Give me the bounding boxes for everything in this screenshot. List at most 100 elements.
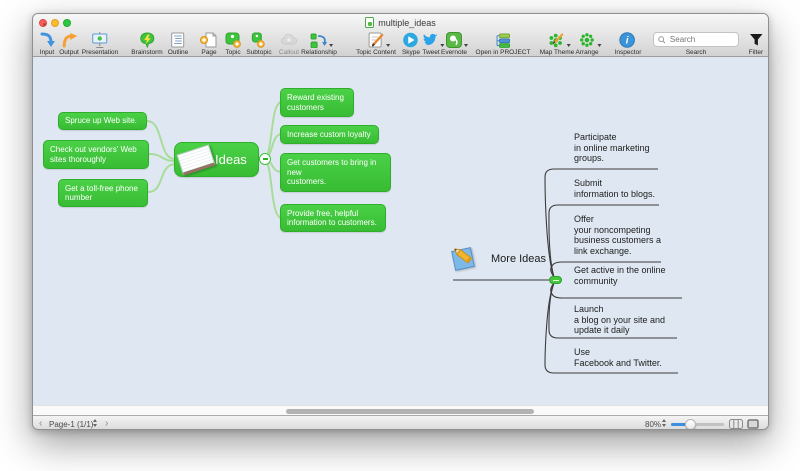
toolbar-button-topic[interactable]: Topic (224, 31, 242, 56)
svg-text:i: i (626, 35, 629, 46)
toolbar-button-open-in-project[interactable]: Open in PROJECT (475, 31, 531, 56)
topic-node[interactable]: Increase custom loyalty (280, 125, 379, 144)
topic-text: Increase custom loyalty (287, 129, 371, 139)
toolbar-button-outline[interactable]: Outline (168, 31, 188, 56)
pencil-paper-icon (449, 242, 483, 276)
more-ideas-topic[interactable]: More Ideas (491, 253, 546, 265)
dropdown-caret (566, 44, 571, 47)
search-icon (658, 35, 665, 44)
toolbar-button-presentation[interactable]: Presentation (81, 31, 119, 56)
toolbar-label: Inspector (614, 49, 642, 56)
search-label: Search (685, 49, 707, 56)
topic-node[interactable]: Get customers to bring in new customers. (280, 153, 391, 192)
zoom-level: 80% (645, 419, 662, 429)
presentation-screen-icon (91, 31, 109, 48)
toolbar-button-callout: Callout (279, 31, 299, 56)
toolbar-label: Map Theme (539, 49, 575, 56)
main-topic-label: Ideas (215, 151, 247, 167)
line-topic-node[interactable]: Offer your noncompeting business custome… (574, 214, 661, 257)
toolbar-button-inspector[interactable]: i Inspector (614, 31, 642, 56)
window-header: multiple_ideas Input Output Presentation… (33, 14, 768, 57)
toolbar-label: Input (39, 49, 55, 56)
toolbar-label: Page (201, 49, 217, 56)
toolbar-label: Tweet (422, 49, 440, 56)
toolbar-button-filter[interactable]: Filter (748, 31, 764, 56)
topic-text: Get customers to bring in new customers. (287, 158, 377, 187)
toolbar-button-skype[interactable]: Skype (402, 31, 420, 56)
add-subtopic-icon (250, 31, 268, 48)
topic-node[interactable]: Provide free, helpful information to cus… (280, 204, 386, 232)
toolbar-button-arrange[interactable]: Arrange (575, 31, 601, 56)
line-topic-node[interactable]: Use Facebook and Twitter. (574, 347, 662, 368)
full-screen-icon[interactable] (747, 419, 759, 429)
next-page-button[interactable]: › (105, 418, 108, 429)
brainstorm-lightning-icon (138, 31, 156, 48)
search-field[interactable] (653, 32, 739, 47)
map-theme-flower-icon (548, 31, 571, 48)
toolbar-button-tweet[interactable]: Tweet (422, 31, 445, 56)
toolbar-label: Topic Content (356, 49, 396, 56)
topic-node[interactable]: Spruce up Web site. (58, 112, 147, 130)
app-window: multiple_ideas Input Output Presentation… (32, 13, 769, 430)
previous-page-button[interactable]: ‹ (39, 418, 42, 429)
toolbar-label: Arrange (575, 49, 599, 56)
toolbar-button-subtopic[interactable]: Subtopic (246, 31, 272, 56)
dropdown-caret (597, 44, 601, 47)
line-topic-node[interactable]: Get active in the online community (574, 265, 666, 286)
main-topic-ideas[interactable]: Ideas (174, 142, 259, 177)
topic-text: Check out vendors' Web sites thoroughly (50, 145, 137, 164)
dropdown-caret (464, 44, 468, 47)
toolbar-label: Skype (401, 49, 421, 56)
toolbar-label: Relationship (301, 49, 337, 56)
topic-node[interactable]: Reward existing customers (280, 88, 354, 117)
topic-content-pencil-icon (367, 31, 390, 48)
project-gantt-icon (494, 31, 512, 48)
line-topic-node[interactable]: Launch a blog on your site and update it… (574, 304, 665, 336)
toolbar-label: Output (59, 49, 79, 56)
zoom-slider[interactable] (671, 419, 724, 429)
toolbar-button-output[interactable]: Output (59, 31, 79, 56)
toolbar-button-topic-content[interactable]: Topic Content (356, 31, 396, 56)
filter-funnel-icon (748, 31, 764, 48)
add-page-icon (200, 31, 218, 48)
toolbar-button-page[interactable]: Page (200, 31, 218, 56)
zoom-slider-knob[interactable] (684, 419, 696, 429)
toolbar-button-evernote[interactable]: Evernote (440, 31, 468, 56)
window-title: multiple_ideas (378, 17, 436, 28)
topic-node[interactable]: Get a toll-free phone number (58, 179, 148, 207)
toolbar: Input Output Presentation Brainstorm Out… (33, 29, 768, 57)
toolbar-button-input[interactable]: Input (38, 31, 56, 56)
arrange-flower-icon (578, 31, 601, 48)
page-stepper[interactable] (93, 419, 97, 427)
line-topic-node[interactable]: Participate in online marketing groups. (574, 132, 650, 164)
notepad-icon (176, 143, 216, 176)
screenshot-stage: multiple_ideas Input Output Presentation… (0, 0, 800, 471)
outline-list-icon (169, 31, 187, 48)
callout-cloud-icon (280, 31, 298, 48)
toolbar-button-map-theme[interactable]: Map Theme (539, 31, 575, 56)
toolbar-label: Open in PROJECT (475, 49, 531, 56)
horizontal-scrollbar-track[interactable] (33, 405, 768, 415)
zoom-stepper[interactable] (662, 419, 666, 427)
topic-node[interactable]: Check out vendors' Web sites thoroughly (43, 140, 149, 169)
toolbar-button-relationship[interactable]: Relationship (301, 31, 337, 56)
dropdown-caret (386, 44, 390, 47)
search-input[interactable] (667, 34, 734, 45)
toolbar-button-brainstorm[interactable]: Brainstorm (131, 31, 163, 56)
toolbar-label: Topic (225, 49, 241, 56)
collapse-button[interactable] (549, 276, 562, 284)
line-topic-node[interactable]: Submit information to blogs. (574, 178, 655, 199)
inspector-info-icon: i (619, 31, 637, 48)
evernote-icon (445, 31, 468, 48)
status-bar: ‹ Page-1 (1/1) › 80% (33, 415, 768, 429)
toolbar-label: Evernote (440, 49, 468, 56)
pages-view-icon[interactable] (729, 419, 743, 429)
pencil-icon (453, 248, 472, 264)
collapse-button[interactable] (259, 153, 271, 165)
topic-text: Reward existing customers (287, 93, 344, 112)
toolbar-label: Subtopic (246, 49, 272, 56)
horizontal-scrollbar-thumb[interactable] (286, 408, 534, 414)
input-arrow-icon (38, 31, 56, 48)
toolbar-label: Presentation (81, 49, 119, 56)
toolbar-label: Filter (748, 49, 764, 56)
